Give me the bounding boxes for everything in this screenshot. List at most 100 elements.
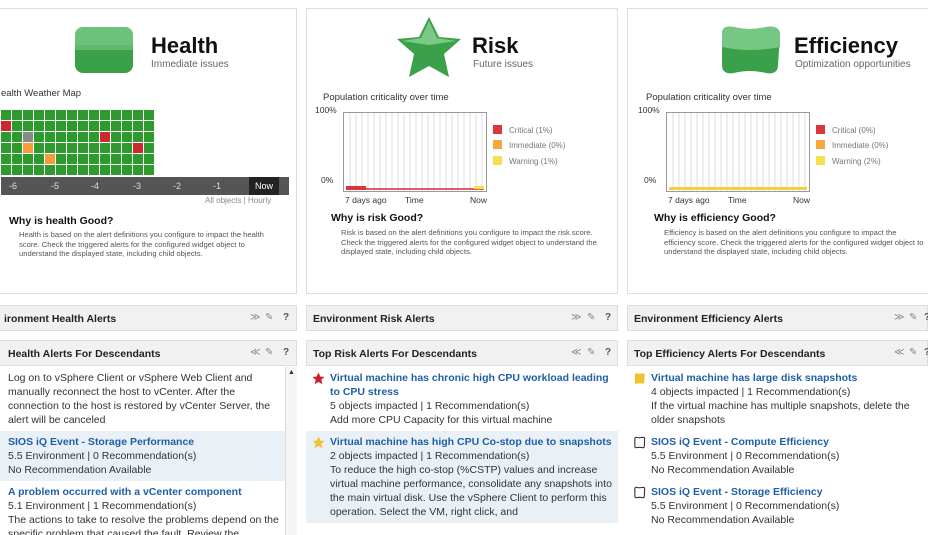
environment-efficiency-alerts-header[interactable]: Environment Efficiency Alerts ≫ ✎ ? bbox=[627, 305, 928, 331]
weather-map-cell[interactable] bbox=[133, 154, 143, 164]
alert-title[interactable]: Virtual machine has large disk snapshots bbox=[651, 371, 922, 385]
weather-map-cell[interactable] bbox=[23, 110, 33, 120]
list-item[interactable]: Virtual machine has large disk snapshots… bbox=[627, 367, 928, 431]
environment-risk-alerts-header[interactable]: Environment Risk Alerts ≫ ✎ ? bbox=[306, 305, 618, 331]
alert-title[interactable]: Virtual machine has chronic high CPU wor… bbox=[330, 371, 612, 399]
weather-map-cell[interactable] bbox=[56, 110, 66, 120]
weather-map-cell[interactable] bbox=[23, 132, 33, 142]
list-item[interactable]: Virtual machine has high CPU Co-stop due… bbox=[306, 431, 618, 523]
collapse-icon[interactable]: ≫ bbox=[250, 312, 260, 323]
weather-map-cell[interactable] bbox=[89, 110, 99, 120]
help-icon[interactable]: ? bbox=[605, 347, 611, 358]
collapse-icon[interactable]: ≫ bbox=[571, 312, 581, 323]
weather-map-cell[interactable] bbox=[111, 165, 121, 175]
health-alerts-list[interactable]: Log on to vSphere Client or vSphere Web … bbox=[0, 367, 297, 535]
expand-icon[interactable]: ≪ bbox=[250, 347, 260, 358]
alert-title[interactable]: SIOS iQ Event - Storage Performance bbox=[8, 435, 279, 449]
weather-map-cell[interactable] bbox=[12, 132, 22, 142]
weather-map-cell[interactable] bbox=[56, 121, 66, 131]
help-icon[interactable]: ? bbox=[605, 312, 611, 323]
help-icon[interactable]: ? bbox=[924, 312, 928, 323]
list-item[interactable]: SIOS iQ Event - Storage Efficiency 5.5 E… bbox=[627, 481, 928, 531]
health-weather-map[interactable] bbox=[1, 110, 157, 175]
weather-map-cell[interactable] bbox=[144, 165, 154, 175]
weather-map-cell[interactable] bbox=[78, 143, 88, 153]
weather-map-cell[interactable] bbox=[23, 121, 33, 131]
risk-criticality-chart[interactable] bbox=[343, 112, 487, 192]
expand-icon[interactable]: ≪ bbox=[571, 347, 581, 358]
scrollbar[interactable]: ▲ bbox=[285, 367, 297, 535]
weather-map-cell[interactable] bbox=[23, 165, 33, 175]
alert-title[interactable]: Virtual machine has high CPU Co-stop due… bbox=[330, 435, 612, 449]
weather-map-cell[interactable] bbox=[100, 121, 110, 131]
weather-map-cell[interactable] bbox=[111, 110, 121, 120]
weather-map-cell[interactable] bbox=[144, 132, 154, 142]
weather-map-cell[interactable] bbox=[56, 165, 66, 175]
help-icon[interactable]: ? bbox=[283, 312, 289, 323]
weather-map-cell[interactable] bbox=[78, 110, 88, 120]
weather-map-cell[interactable] bbox=[122, 121, 132, 131]
weather-map-cell[interactable] bbox=[133, 110, 143, 120]
collapse-icon[interactable]: ≫ bbox=[894, 312, 904, 323]
weather-map-cell[interactable] bbox=[89, 132, 99, 142]
weather-map-cell[interactable] bbox=[1, 110, 11, 120]
weather-map-cell[interactable] bbox=[45, 143, 55, 153]
weather-map-cell[interactable] bbox=[89, 154, 99, 164]
weather-map-cell[interactable] bbox=[133, 143, 143, 153]
top-risk-alerts-header[interactable]: Top Risk Alerts For Descendants ≪ ✎ ? bbox=[306, 340, 618, 366]
list-item[interactable]: SIOS iQ Event - Storage Performance 5.5 … bbox=[0, 431, 297, 481]
weather-map-cell[interactable] bbox=[89, 165, 99, 175]
edit-icon[interactable]: ✎ bbox=[587, 347, 595, 358]
edit-icon[interactable]: ✎ bbox=[265, 347, 273, 358]
weather-map-cell[interactable] bbox=[1, 121, 11, 131]
help-icon[interactable]: ? bbox=[283, 347, 289, 358]
alert-title[interactable]: SIOS iQ Event - Compute Efficiency bbox=[651, 435, 922, 449]
weather-map-cell[interactable] bbox=[56, 132, 66, 142]
weather-map-cell[interactable] bbox=[111, 143, 121, 153]
weather-map-cell[interactable] bbox=[67, 165, 77, 175]
weather-map-cell[interactable] bbox=[45, 110, 55, 120]
weather-map-cell[interactable] bbox=[78, 165, 88, 175]
edit-icon[interactable]: ✎ bbox=[909, 312, 917, 323]
list-item[interactable]: A problem occurred with a vCenter compon… bbox=[0, 481, 297, 535]
weather-map-cell[interactable] bbox=[12, 143, 22, 153]
weather-map-cell[interactable] bbox=[100, 132, 110, 142]
weather-map-cell[interactable] bbox=[78, 121, 88, 131]
weather-map-cell[interactable] bbox=[78, 132, 88, 142]
weather-map-cell[interactable] bbox=[100, 154, 110, 164]
weather-map-cell[interactable] bbox=[34, 132, 44, 142]
weather-map-cell[interactable] bbox=[122, 132, 132, 142]
edit-icon[interactable]: ✎ bbox=[909, 347, 917, 358]
list-item[interactable]: Virtual machine has chronic high CPU wor… bbox=[306, 367, 618, 431]
health-time-slider[interactable]: -6 -5 -4 -3 -2 -1 Now bbox=[1, 177, 289, 195]
weather-map-cell[interactable] bbox=[111, 121, 121, 131]
weather-map-cell[interactable] bbox=[1, 165, 11, 175]
weather-map-cell[interactable] bbox=[12, 154, 22, 164]
expand-icon[interactable]: ≪ bbox=[894, 347, 904, 358]
weather-map-cell[interactable] bbox=[34, 110, 44, 120]
weather-map-cell[interactable] bbox=[12, 110, 22, 120]
weather-map-cell[interactable] bbox=[12, 121, 22, 131]
weather-map-cell[interactable] bbox=[122, 110, 132, 120]
weather-map-cell[interactable] bbox=[144, 121, 154, 131]
weather-map-cell[interactable] bbox=[67, 132, 77, 142]
weather-map-cell[interactable] bbox=[144, 154, 154, 164]
efficiency-criticality-chart[interactable] bbox=[666, 112, 810, 192]
weather-map-cell[interactable] bbox=[67, 121, 77, 131]
weather-map-cell[interactable] bbox=[144, 110, 154, 120]
weather-map-cell[interactable] bbox=[122, 154, 132, 164]
weather-map-cell[interactable] bbox=[34, 165, 44, 175]
help-icon[interactable]: ? bbox=[924, 347, 928, 358]
weather-map-cell[interactable] bbox=[1, 154, 11, 164]
weather-map-cell[interactable] bbox=[1, 132, 11, 142]
weather-map-cell[interactable] bbox=[23, 154, 33, 164]
weather-map-cell[interactable] bbox=[45, 132, 55, 142]
weather-map-cell[interactable] bbox=[100, 165, 110, 175]
efficiency-alerts-list[interactable]: Virtual machine has large disk snapshots… bbox=[627, 367, 928, 535]
weather-map-cell[interactable] bbox=[67, 143, 77, 153]
weather-map-cell[interactable] bbox=[89, 121, 99, 131]
weather-map-cell[interactable] bbox=[89, 143, 99, 153]
scroll-up-icon[interactable]: ▲ bbox=[288, 369, 295, 376]
weather-map-cell[interactable] bbox=[100, 110, 110, 120]
now-button[interactable]: Now bbox=[249, 177, 280, 195]
